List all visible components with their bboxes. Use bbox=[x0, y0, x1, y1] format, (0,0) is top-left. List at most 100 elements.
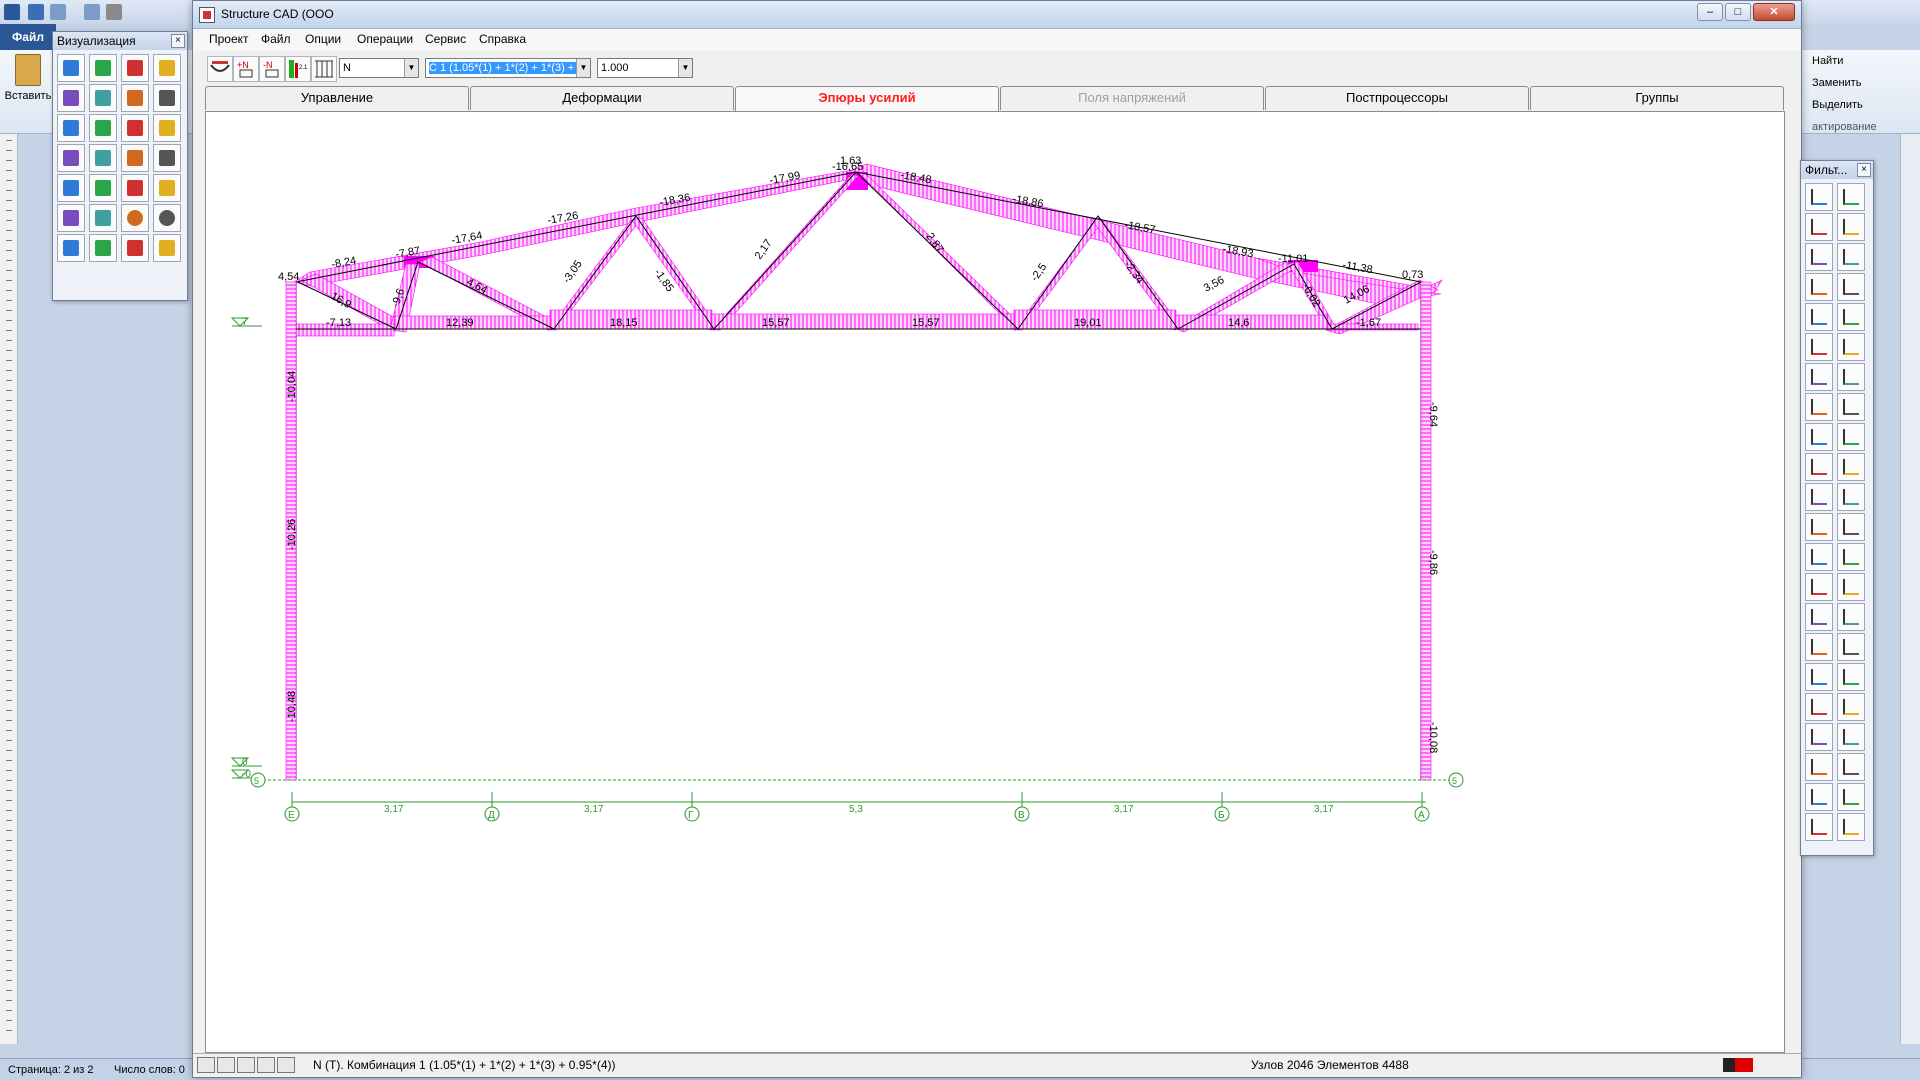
filter-tool-icon[interactable] bbox=[1805, 723, 1833, 751]
box-icon[interactable] bbox=[57, 114, 85, 142]
filter-tool-icon[interactable] bbox=[1805, 633, 1833, 661]
filter-tool-icon[interactable] bbox=[1805, 333, 1833, 361]
filter-tool-icon[interactable] bbox=[1837, 363, 1865, 391]
search-icon[interactable] bbox=[153, 174, 181, 202]
table-grid-icon[interactable] bbox=[89, 234, 117, 262]
filter-tool-icon[interactable] bbox=[1805, 813, 1833, 841]
filter-tool-icon[interactable] bbox=[1837, 453, 1865, 481]
filter-tool-icon[interactable] bbox=[1805, 483, 1833, 511]
view-icon[interactable] bbox=[197, 1057, 215, 1073]
minimize-button[interactable]: – bbox=[1697, 3, 1723, 21]
print-icon[interactable] bbox=[89, 204, 117, 232]
word-vertical-scrollbar[interactable] bbox=[1900, 134, 1920, 1044]
word-file-tab[interactable]: Файл bbox=[0, 24, 56, 50]
filter-tool-icon[interactable] bbox=[1805, 423, 1833, 451]
red-ball-icon[interactable] bbox=[153, 204, 181, 232]
filter-tool-icon[interactable] bbox=[1837, 813, 1865, 841]
menu-file[interactable]: Файл bbox=[261, 32, 291, 46]
redo-icon[interactable] bbox=[84, 4, 100, 20]
filter-tool-icon[interactable] bbox=[1837, 183, 1865, 211]
print-icon[interactable] bbox=[106, 4, 122, 20]
filter-tool-icon[interactable] bbox=[1805, 513, 1833, 541]
menu-service[interactable]: Сервис bbox=[425, 32, 466, 46]
green-ball-icon[interactable] bbox=[121, 204, 149, 232]
diagram-type-icon[interactable] bbox=[207, 56, 233, 82]
scale-values-icon[interactable]: 2.1 bbox=[285, 56, 311, 82]
find-button[interactable]: Найти bbox=[1808, 50, 1920, 72]
section-icon[interactable] bbox=[57, 174, 85, 202]
box-red-icon[interactable] bbox=[89, 114, 117, 142]
save-icon[interactable] bbox=[28, 4, 44, 20]
filter-tool-icon[interactable] bbox=[1805, 543, 1833, 571]
select-button[interactable]: Выделить bbox=[1808, 94, 1920, 116]
menu-project[interactable]: Проект bbox=[209, 32, 249, 46]
filter-tool-icon[interactable] bbox=[1837, 693, 1865, 721]
deformed-view-icon[interactable] bbox=[57, 54, 85, 82]
tab-postprocessors[interactable]: Постпроцессоры bbox=[1265, 86, 1529, 110]
filter-tool-icon[interactable] bbox=[1805, 573, 1833, 601]
rotate-z-icon[interactable] bbox=[89, 84, 117, 112]
screen-icon[interactable] bbox=[57, 234, 85, 262]
filter-tool-icon[interactable] bbox=[1837, 423, 1865, 451]
close-button[interactable]: ✕ bbox=[1753, 3, 1795, 21]
close-icon[interactable]: × bbox=[1857, 163, 1871, 177]
filter-tool-icon[interactable] bbox=[1805, 213, 1833, 241]
tab-deformations[interactable]: Деформации bbox=[470, 86, 734, 110]
tab-stress-fields[interactable]: Поля напряжений bbox=[1000, 86, 1264, 110]
filter-tool-icon[interactable] bbox=[1805, 663, 1833, 691]
filter-tool-icon[interactable] bbox=[1805, 273, 1833, 301]
view-icon[interactable] bbox=[257, 1057, 275, 1073]
filter-tool-icon[interactable] bbox=[1837, 783, 1865, 811]
filter-tool-icon[interactable] bbox=[1837, 393, 1865, 421]
zoom-3d-icon[interactable] bbox=[121, 84, 149, 112]
filter-tool-icon[interactable] bbox=[1837, 723, 1865, 751]
scale-select[interactable]: 1.000 ▼ bbox=[597, 58, 693, 78]
filter-tool-icon[interactable] bbox=[1805, 183, 1833, 211]
filter-tool-icon[interactable] bbox=[1837, 303, 1865, 331]
filter-tool-icon[interactable] bbox=[1837, 273, 1865, 301]
spin-icon[interactable] bbox=[57, 84, 85, 112]
frame-grid-icon[interactable] bbox=[89, 174, 117, 202]
undo-icon[interactable] bbox=[50, 4, 66, 20]
green-frame-icon[interactable] bbox=[121, 234, 149, 262]
filter-tool-icon[interactable] bbox=[1837, 663, 1865, 691]
close-icon[interactable]: × bbox=[171, 34, 185, 48]
filter-tool-icon[interactable] bbox=[1805, 753, 1833, 781]
force-select[interactable]: N ▼ bbox=[339, 58, 419, 78]
box-outline-icon[interactable] bbox=[153, 114, 181, 142]
box-arrow-icon[interactable] bbox=[121, 114, 149, 142]
filter-tool-icon[interactable] bbox=[1805, 243, 1833, 271]
tab-control[interactable]: Управление bbox=[205, 86, 469, 110]
view-icon[interactable] bbox=[237, 1057, 255, 1073]
axis-icon[interactable] bbox=[153, 54, 181, 82]
filter-tool-icon[interactable] bbox=[1805, 393, 1833, 421]
view-icon[interactable] bbox=[217, 1057, 235, 1073]
filter-tool-icon[interactable] bbox=[1805, 603, 1833, 631]
filter-tool-icon[interactable] bbox=[1805, 303, 1833, 331]
maximize-button[interactable]: □ bbox=[1725, 3, 1751, 21]
filter-tool-icon[interactable] bbox=[1837, 573, 1865, 601]
layers-icon[interactable] bbox=[121, 174, 149, 202]
filter-tool-icon[interactable] bbox=[1805, 693, 1833, 721]
drawing-canvas[interactable]: 7 0 -0 5 5 Е Д Г В Б А 3,17 3,17 5,3 3,17 3,17 4,5… bbox=[205, 111, 1785, 1053]
tab-groups[interactable]: Группы bbox=[1530, 86, 1784, 110]
combination-select[interactable]: C 1 (1.05*(1) + 1*(2) + 1*(3) + 0.95*(4)… bbox=[425, 58, 591, 78]
force-n-icon[interactable]: +N bbox=[233, 56, 259, 82]
cube-icon[interactable] bbox=[153, 84, 181, 112]
filter-tool-icon[interactable] bbox=[1837, 243, 1865, 271]
box-cyan-icon[interactable] bbox=[121, 144, 149, 172]
filter-tool-icon[interactable] bbox=[1837, 483, 1865, 511]
grid-truss-icon[interactable] bbox=[311, 56, 337, 82]
filter-tool-icon[interactable] bbox=[1837, 603, 1865, 631]
no-entry-icon[interactable] bbox=[57, 204, 85, 232]
filter-tool-icon[interactable] bbox=[1805, 453, 1833, 481]
rotate-y-icon[interactable] bbox=[121, 54, 149, 82]
cut-icon[interactable] bbox=[153, 144, 181, 172]
menu-help[interactable]: Справка bbox=[479, 32, 526, 46]
view-icon[interactable] bbox=[277, 1057, 295, 1073]
force-minus-n-icon[interactable]: -N bbox=[259, 56, 285, 82]
filter-tool-icon[interactable] bbox=[1837, 633, 1865, 661]
paste-button[interactable]: Вставить bbox=[4, 54, 52, 120]
filter-tool-icon[interactable] bbox=[1837, 333, 1865, 361]
box-solid-icon[interactable] bbox=[57, 144, 85, 172]
